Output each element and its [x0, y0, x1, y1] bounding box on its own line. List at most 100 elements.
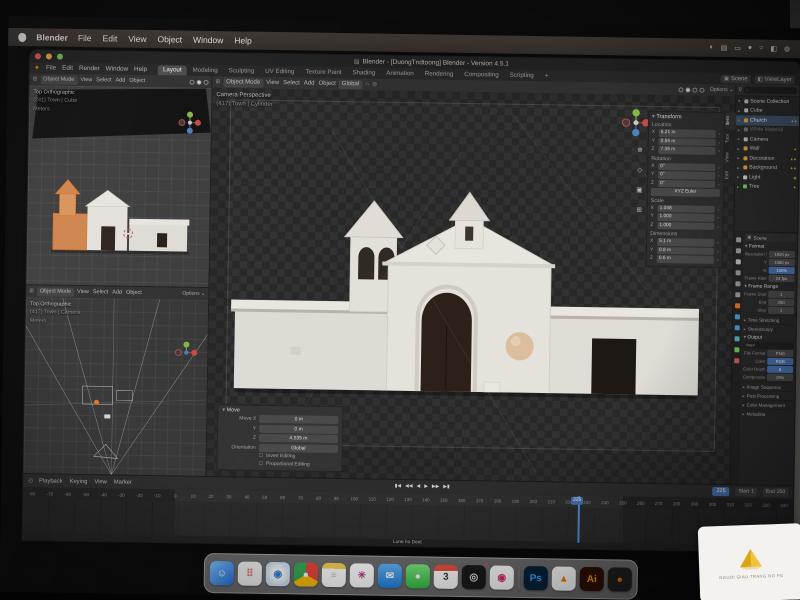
viewport-menu-item[interactable]: Object	[126, 290, 142, 296]
main-viewport[interactable]: ⊞ Object Mode ViewSelectAddObject Global…	[206, 76, 736, 484]
viewport-nav-tool-icon[interactable]: ⊕	[634, 145, 645, 156]
outliner-item[interactable]: Tree ▲	[735, 182, 798, 192]
menubar-status-icon[interactable]: ◐	[709, 44, 713, 52]
viewport-menu-item[interactable]: View	[77, 289, 89, 295]
workspace-tab[interactable]: Texture Paint	[300, 67, 346, 78]
value-field[interactable]: 5.1 m	[657, 238, 715, 246]
properties-tab-icon[interactable]	[736, 237, 741, 242]
apple-menu-icon[interactable]	[18, 32, 26, 41]
menubar-app-name[interactable]: Blender	[36, 32, 68, 42]
collapse-caret-icon[interactable]	[737, 175, 741, 180]
workspace-tab[interactable]: Scripting	[505, 70, 539, 81]
menubar-menu-item[interactable]: View	[128, 34, 146, 44]
dock-icon[interactable]: ◉	[266, 562, 290, 586]
workspace-tab[interactable]: Layout	[158, 65, 187, 75]
value-field[interactable]: PNG	[767, 350, 793, 357]
navigation-gizmo[interactable]	[177, 109, 203, 135]
material-shading-icon[interactable]	[204, 79, 209, 84]
menubar-status-icon[interactable]: ◧	[770, 45, 777, 53]
options-dropdown[interactable]: Options ⌄	[710, 87, 734, 93]
value-field[interactable]: 1.000	[657, 222, 715, 230]
animate-dot-icon[interactable]: ∘	[716, 257, 719, 262]
dock-icon[interactable]: 3	[434, 565, 458, 589]
topbar-menu-item[interactable]: Render	[79, 65, 100, 72]
editor-type-icon[interactable]: ⊞	[216, 79, 221, 85]
collapse-caret-icon[interactable]	[737, 156, 741, 161]
viewport-menu-item[interactable]: Object	[318, 81, 335, 87]
value-field[interactable]: 0°	[658, 163, 716, 171]
workspace-tab[interactable]: UV Editing	[260, 66, 299, 77]
value-field[interactable]: 0°	[658, 171, 716, 179]
dock-icon[interactable]: ●	[406, 564, 430, 588]
dock-icon[interactable]: ☺	[210, 561, 234, 585]
solid-shading-icon[interactable]	[197, 79, 202, 84]
frame-start-field[interactable]: Start1	[736, 487, 757, 496]
viewport-menu-item[interactable]: Add	[112, 289, 122, 295]
properties-tab-icon[interactable]	[736, 248, 741, 253]
solid-shading-icon[interactable]	[686, 87, 691, 92]
checkbox-invert-editing[interactable]: Invert Editing	[259, 453, 338, 460]
animate-dot-icon[interactable]: ∘	[718, 140, 721, 145]
timeline-editor-icon[interactable]: ◴	[28, 478, 33, 484]
value-field[interactable]: 0.8 m	[657, 247, 715, 255]
wireframe-shading-icon[interactable]	[679, 87, 684, 92]
value-field[interactable]: 24 fps	[768, 275, 794, 282]
viewport-menu-item[interactable]: Select	[93, 289, 108, 295]
properties-tab-icon[interactable]	[734, 358, 739, 363]
topbar-menu-item[interactable]: File	[46, 64, 56, 71]
timeline-menu-item[interactable]: Marker	[114, 479, 132, 485]
viewport-menu-item[interactable]: Add	[115, 78, 125, 84]
blender-logo-icon[interactable]: ●	[35, 64, 39, 71]
viewport-nav-tool-icon[interactable]: ◇	[634, 165, 645, 176]
animate-dot-icon[interactable]: ∘	[717, 215, 720, 220]
frame-end-field[interactable]: End250	[763, 488, 788, 497]
minimize-button[interactable]	[46, 53, 52, 59]
viewport-top-left[interactable]: ⊞ Object Mode ViewSelectAddObject	[26, 73, 211, 288]
dock-icon[interactable]: ◉	[490, 565, 514, 589]
menubar-status-icon[interactable]: ▭	[734, 44, 741, 52]
output-path-field[interactable]: /tmp/	[743, 341, 793, 349]
viewport-canvas[interactable]: Top Orthographic (241) Town | Cube Meter…	[26, 85, 211, 287]
frame-range-panel-title[interactable]: Frame Range	[744, 283, 794, 290]
checkbox-proportional-editing[interactable]: Proportional Editing	[259, 460, 338, 467]
value-field[interactable]: 0.55 m	[659, 138, 717, 146]
rendered-shading-icon[interactable]	[700, 87, 705, 92]
workspace-tab[interactable]: Compositing	[459, 69, 504, 80]
animate-dot-icon[interactable]: ∘	[717, 207, 720, 212]
menubar-status-icon[interactable]: ▤	[721, 44, 728, 52]
viewport-nav-tool-icon[interactable]: ⊞	[634, 205, 645, 216]
value-field[interactable]: 1	[768, 291, 794, 298]
sidebar-tab[interactable]: View	[724, 148, 735, 166]
filter-icon[interactable]: ∇	[738, 87, 741, 93]
collapse-caret-icon[interactable]	[737, 184, 741, 189]
output-panel-title[interactable]: Output	[744, 334, 794, 341]
operator-title[interactable]: Move	[222, 407, 338, 415]
properties-breadcrumb[interactable]: ▣ Scene	[745, 233, 795, 242]
value-field[interactable]: 1.000	[657, 213, 715, 221]
dock-icon[interactable]	[518, 566, 520, 590]
animate-dot-icon[interactable]: ∘	[716, 249, 719, 254]
playback-button[interactable]: ◀	[416, 484, 420, 489]
properties-tab-icon[interactable]	[735, 303, 740, 308]
collapsed-panel-header[interactable]: Stereoscopy	[744, 323, 794, 333]
animate-dot-icon[interactable]: ∘	[718, 131, 721, 136]
menubar-menu-item[interactable]: File	[78, 33, 92, 43]
dock-icon[interactable]: Ps	[524, 566, 548, 590]
collapse-caret-icon[interactable]	[738, 146, 742, 151]
value-field[interactable]: 0°	[658, 180, 716, 188]
animate-dot-icon[interactable]: ∘	[718, 148, 721, 153]
rotation-mode-dropdown[interactable]: XYZ Euler	[651, 188, 720, 197]
dock-icon[interactable]: ▲	[552, 566, 576, 590]
animate-dot-icon[interactable]: ∘	[717, 224, 720, 229]
collapse-caret-icon[interactable]	[737, 165, 741, 170]
menubar-menu-item[interactable]: Object	[157, 34, 182, 44]
playback-button[interactable]: ▶	[424, 484, 428, 489]
topbar-menu-item[interactable]: Edit	[62, 65, 73, 72]
playback-button[interactable]: ▶▶	[432, 485, 439, 490]
outliner-search-input[interactable]: ○	[744, 86, 798, 94]
workspace-tab[interactable]: Modeling	[188, 65, 223, 76]
format-panel-title[interactable]: Format	[745, 243, 795, 250]
value-field[interactable]: 8	[767, 366, 793, 373]
topbar-menu-item[interactable]: Window	[106, 65, 129, 72]
editor-type-icon[interactable]: ⊞	[29, 288, 34, 294]
